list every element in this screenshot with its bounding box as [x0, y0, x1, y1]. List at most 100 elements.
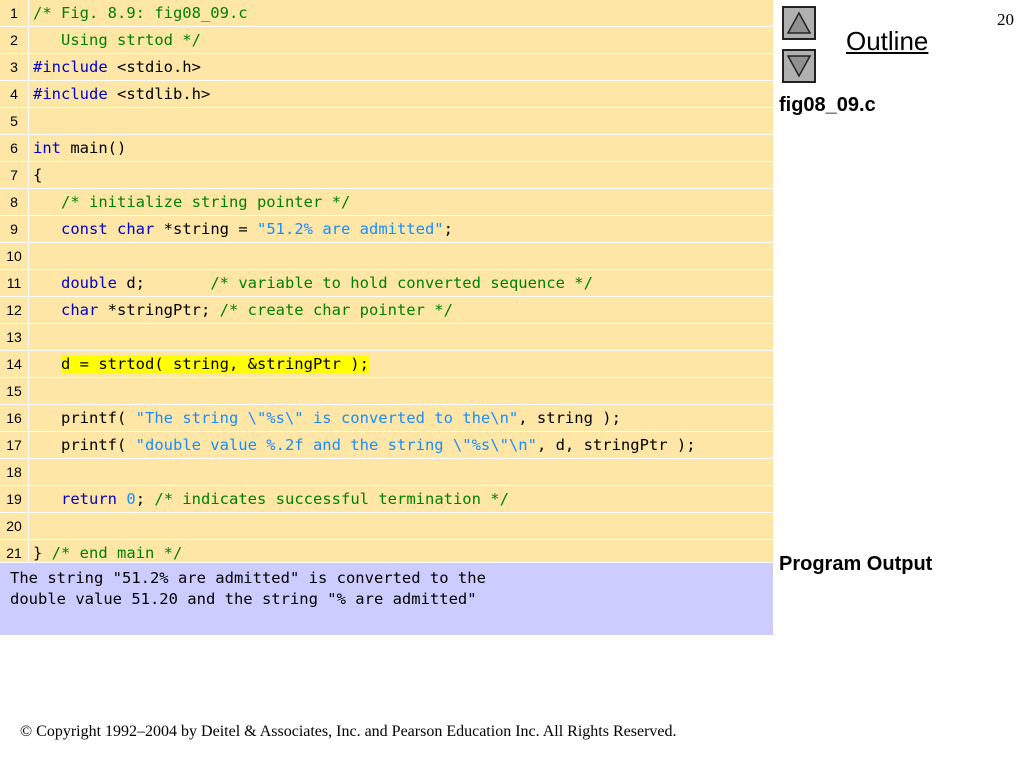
line-number: 10	[0, 243, 29, 269]
code-token: char	[61, 301, 99, 319]
line-number: 13	[0, 324, 29, 350]
code-line: 18	[0, 459, 773, 486]
code-text: printf( "double value %.2f and the strin…	[33, 432, 696, 458]
code-token: /* initialize string pointer */	[61, 193, 351, 211]
code-line: 10	[0, 243, 773, 270]
code-line: 5	[0, 108, 773, 135]
triangle-down-icon	[786, 55, 812, 78]
line-number: 6	[0, 135, 29, 161]
previous-slide-button[interactable]	[782, 6, 816, 40]
slide-number: 20	[997, 10, 1014, 29]
code-text: double d; /* variable to hold converted …	[33, 270, 593, 296]
line-number: 14	[0, 351, 29, 377]
code-token: main()	[61, 139, 127, 157]
code-line: 13	[0, 324, 773, 351]
code-token: #include	[33, 85, 108, 103]
code-token: }	[33, 544, 52, 562]
code-text: d = strtod( string, &stringPtr );	[33, 351, 369, 377]
code-token: *stringPtr;	[98, 301, 220, 319]
line-number: 12	[0, 297, 29, 323]
code-token: #include	[33, 58, 108, 76]
code-text: /* Fig. 8.9: fig08_09.c	[33, 0, 248, 26]
code-token: "51.2% are admitted"	[257, 220, 444, 238]
code-listing: 1/* Fig. 8.9: fig08_09.c 2 Using strtod *…	[0, 0, 773, 567]
code-text: #include <stdlib.h>	[33, 81, 210, 107]
code-line: 20	[0, 513, 773, 540]
line-number: 3	[0, 54, 29, 80]
code-token: printf(	[33, 436, 136, 454]
code-token: *string =	[154, 220, 257, 238]
code-token: /* Fig. 8.9: fig08_09.c	[33, 4, 248, 22]
line-number: 8	[0, 189, 29, 215]
code-token: {	[33, 166, 43, 184]
line-number: 20	[0, 513, 29, 539]
code-line: 11 double d; /* variable to hold convert…	[0, 270, 773, 297]
code-token: double	[61, 274, 117, 292]
line-number: 2	[0, 27, 29, 53]
line-number: 7	[0, 162, 29, 188]
line-number: 16	[0, 405, 29, 431]
output-line: double value 51.20 and the string "% are…	[10, 590, 477, 608]
line-number: 5	[0, 108, 29, 134]
code-token: /* variable to hold converted sequence *…	[210, 274, 593, 292]
code-token: int	[33, 139, 61, 157]
next-slide-button[interactable]	[782, 49, 816, 83]
code-token: ;	[443, 220, 453, 238]
line-number: 18	[0, 459, 29, 485]
code-token: char	[117, 220, 155, 238]
code-text: #include <stdio.h>	[33, 54, 201, 80]
code-line: 8 /* initialize string pointer */	[0, 189, 773, 216]
output-line: The string "51.2% are admitted" is conve…	[10, 569, 486, 587]
code-token: "The string \"%s\" is converted to the\n…	[135, 409, 519, 427]
line-number: 4	[0, 81, 29, 107]
code-line: 4 #include <stdlib.h>	[0, 81, 773, 108]
code-token: /* end main */	[51, 544, 183, 562]
code-token: const	[61, 220, 108, 238]
copyright-footer: © Copyright 1992–2004 by Deitel & Associ…	[20, 723, 677, 740]
code-text: {	[33, 162, 42, 188]
code-token: , d, stringPtr );	[536, 436, 696, 454]
code-text: /* initialize string pointer */	[33, 189, 350, 215]
code-text: const char *string = "51.2% are admitted…	[33, 216, 453, 242]
code-token: d;	[117, 274, 211, 292]
code-line: 1/* Fig. 8.9: fig08_09.c	[0, 0, 773, 27]
code-token: /* create char pointer */	[219, 301, 453, 319]
code-line: 12 char *stringPtr; /* create char point…	[0, 297, 773, 324]
code-token: <stdlib.h>	[107, 85, 211, 103]
code-text: char *stringPtr; /* create char pointer …	[33, 297, 453, 323]
code-text: Using strtod */	[33, 27, 201, 53]
line-number: 17	[0, 432, 29, 458]
line-number: 15	[0, 378, 29, 404]
code-token: <stdio.h>	[107, 58, 201, 76]
code-text: printf( "The string \"%s\" is converted …	[33, 405, 621, 431]
line-number: 19	[0, 486, 29, 512]
code-text: return 0; /* indicates successful termin…	[33, 486, 509, 512]
code-token: printf(	[33, 409, 136, 427]
line-number: 1	[0, 0, 29, 26]
line-number: 11	[0, 270, 29, 296]
code-line: 17 printf( "double value %.2f and the st…	[0, 432, 773, 459]
code-token: ;	[135, 490, 155, 508]
code-token: /* indicates successful termination */	[154, 490, 509, 508]
program-output-label: Program Output	[779, 553, 933, 575]
code-line: 6 int main()	[0, 135, 773, 162]
code-token: "double value %.2f and the string \"%s\"…	[135, 436, 537, 454]
code-line: 19 return 0; /* indicates successful ter…	[0, 486, 773, 513]
triangle-up-icon	[786, 11, 812, 34]
code-line: 7{	[0, 162, 773, 189]
code-token: 0	[126, 490, 136, 508]
outline-link[interactable]: Outline	[846, 26, 928, 57]
code-line: 16 printf( "The string \"%s\" is convert…	[0, 405, 773, 432]
file-label: fig08_09.c	[779, 94, 876, 116]
code-line: 9 const char *string = "51.2% are admitt…	[0, 216, 773, 243]
code-line: 2 Using strtod */	[0, 27, 773, 54]
code-token: , string );	[518, 409, 621, 427]
